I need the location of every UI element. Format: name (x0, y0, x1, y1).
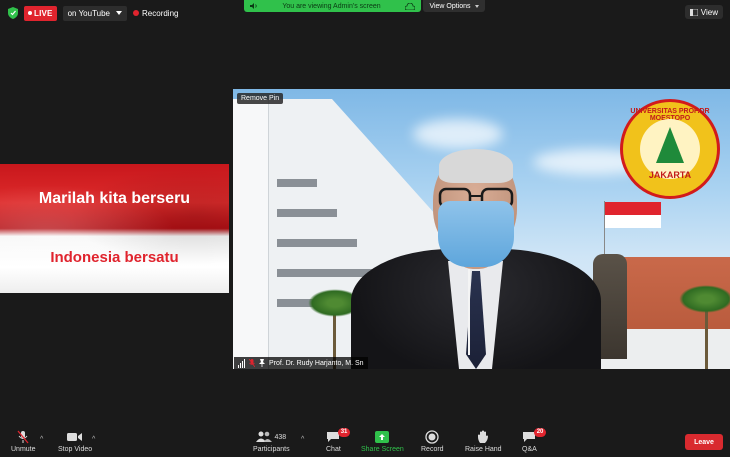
university-logo: UNIVERSITAS PROF.DR MOESTOPO JAKARTA (620, 99, 720, 199)
recording-dot-icon (133, 10, 140, 16)
screen-share-banner: You are viewing Admin's screen (244, 0, 421, 12)
background-flag-red (605, 202, 661, 215)
meeting-status-bar: LIVE on YouTube Recording (8, 4, 178, 22)
livestream-target-dropdown[interactable]: on YouTube (62, 5, 128, 21)
building-window (277, 179, 317, 187)
shared-screen-flag-tile: Marilah kita berseru Indonesia bersatu (0, 164, 229, 293)
speaker-name: Prof. Dr. Rudy Harjanto, M. Sn (269, 359, 364, 367)
chat-label: Chat (326, 446, 341, 453)
share-screen-icon (375, 430, 390, 444)
video-camera-icon (67, 430, 83, 444)
qa-button[interactable]: 20 Q&A (522, 428, 547, 453)
live-badge[interactable]: LIVE (24, 5, 57, 21)
livestream-target-label: on YouTube (67, 8, 111, 18)
remove-pin-button[interactable]: Remove Pin (237, 93, 284, 104)
building-window (277, 239, 357, 247)
building-window (277, 209, 337, 217)
background-building-front (233, 99, 269, 369)
view-options-label: View Options (429, 2, 471, 10)
qa-bubble-icon: 20 (522, 428, 547, 444)
speaker-face-mask (438, 201, 514, 267)
muted-mic-icon (16, 430, 30, 444)
qa-unread-badge: 20 (533, 428, 547, 437)
share-banner-text: You are viewing Admin's screen (282, 2, 381, 10)
university-logo-subtext: JAKARTA (648, 170, 692, 180)
view-label: View (700, 7, 718, 17)
audio-options-caret-icon[interactable]: ^ (40, 436, 43, 443)
palm-leaves (679, 285, 730, 313)
background-flag-white (605, 215, 661, 228)
live-label: LIVE (34, 8, 53, 18)
record-label: Record (421, 446, 444, 453)
record-icon (425, 430, 439, 444)
flag-text-line2: Indonesia bersatu (50, 249, 179, 266)
speaker-name-plate: Prof. Dr. Rudy Harjanto, M. Sn (234, 357, 368, 369)
live-dot-icon (28, 11, 32, 15)
raise-hand-icon (477, 430, 489, 444)
raise-hand-button[interactable]: Raise Hand (465, 430, 502, 453)
qa-label: Q&A (522, 446, 537, 453)
grid-view-icon (689, 8, 698, 16)
chevron-down-icon (116, 11, 123, 15)
flag-text-line1: Marilah kita berseru (38, 190, 191, 207)
background-cloud (413, 119, 503, 149)
cloud-icon (404, 2, 415, 10)
participants-button[interactable]: 438 Participants (253, 430, 290, 453)
tree-icon (656, 127, 684, 163)
chat-button[interactable]: 31 Chat (326, 428, 351, 453)
chevron-down-icon (474, 4, 479, 8)
unmute-label: Unmute (11, 446, 36, 453)
earphone-cable (468, 269, 470, 355)
stop-video-label: Stop Video (58, 446, 93, 453)
chat-unread-badge: 31 (337, 428, 351, 437)
leave-button[interactable]: Leave (685, 434, 723, 450)
view-button[interactable]: View (684, 5, 723, 19)
participants-icon: 438 (256, 430, 286, 444)
recording-label: Recording (142, 8, 179, 18)
stop-video-button[interactable]: Stop Video (58, 430, 92, 453)
security-shield-icon[interactable] (8, 7, 18, 19)
audio-level-icon (238, 358, 245, 368)
view-options-dropdown[interactable]: View Options (423, 0, 485, 12)
share-screen-label: Share Screen (361, 446, 404, 453)
participants-count: 438 (274, 433, 287, 441)
muted-mic-icon (249, 359, 255, 367)
pin-icon (259, 359, 265, 367)
speaker-hair (439, 149, 513, 183)
speaker-icon (250, 3, 257, 9)
record-button[interactable]: Record (421, 430, 444, 453)
chat-bubble-icon: 31 (326, 428, 351, 444)
flag-wave-overlay (0, 164, 229, 293)
share-screen-button[interactable]: Share Screen (361, 430, 404, 453)
raise-hand-label: Raise Hand (465, 446, 502, 453)
speaker-video-tile[interactable]: UNIVERSITAS PROF.DR MOESTOPO JAKARTA (233, 89, 730, 369)
participants-label: Participants (253, 446, 290, 453)
video-options-caret-icon[interactable]: ^ (92, 436, 95, 443)
unmute-button[interactable]: Unmute (11, 430, 36, 453)
recording-indicator[interactable]: Recording (133, 9, 178, 18)
participants-options-caret-icon[interactable]: ^ (301, 436, 304, 443)
